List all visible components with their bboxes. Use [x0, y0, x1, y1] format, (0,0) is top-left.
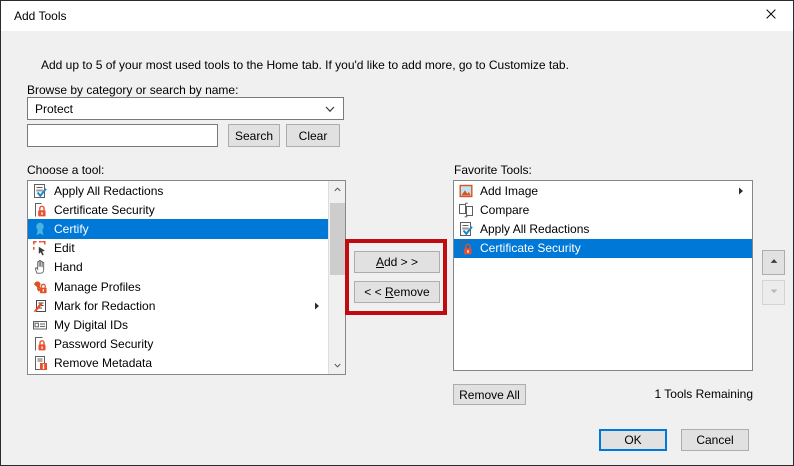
ok-button-label: OK — [624, 433, 641, 447]
certificate-security-icon — [32, 202, 48, 218]
submenu-arrow-icon — [737, 187, 745, 195]
remove-all-button[interactable]: Remove All — [453, 384, 526, 405]
category-dropdown-value: Protect — [28, 102, 322, 116]
tool-item-remove-metadata[interactable]: Remove Metadata — [28, 354, 328, 373]
hand-icon — [32, 259, 48, 275]
tool-item-label: Edit — [54, 241, 75, 255]
tool-item-label: Apply All Redactions — [480, 222, 589, 236]
scroll-down-icon[interactable] — [329, 357, 346, 374]
add-tools-dialog: Add Tools Add up to 5 of your most used … — [0, 0, 794, 466]
tool-item-password-security[interactable]: Password Security — [28, 335, 328, 354]
tool-item-label: Password Security — [54, 337, 153, 351]
cancel-button[interactable]: Cancel — [681, 429, 749, 451]
mark-for-redaction-icon — [32, 298, 48, 314]
arrow-down-icon — [768, 285, 780, 300]
clear-button-label: Clear — [299, 129, 328, 143]
tool-item-label: Compare — [480, 203, 529, 217]
scrollbar-thumb[interactable] — [330, 203, 345, 275]
add-image-icon — [458, 183, 474, 199]
clear-button[interactable]: Clear — [286, 124, 340, 147]
search-input[interactable] — [27, 124, 218, 147]
tool-item-apply-all-redactions[interactable]: Apply All Redactions — [28, 181, 328, 200]
search-button-label: Search — [235, 129, 273, 143]
scroll-up-icon[interactable] — [329, 181, 346, 198]
close-button[interactable] — [748, 1, 793, 30]
tool-item-label: My Digital IDs — [54, 318, 128, 332]
tool-item-label: Manage Profiles — [54, 280, 141, 294]
remove-metadata-icon — [32, 355, 48, 371]
choose-tool-list[interactable]: Apply All Redactions Certificate Security… — [27, 180, 346, 375]
apply-all-redactions-icon — [32, 183, 48, 199]
category-dropdown[interactable]: Protect — [27, 97, 344, 120]
edit-icon — [32, 240, 48, 256]
tool-item-certificate-security[interactable]: Certificate Security — [454, 239, 752, 258]
move-up-button[interactable] — [762, 250, 785, 275]
certificate-security-icon — [458, 240, 474, 256]
chevron-down-icon — [322, 101, 338, 117]
scrollbar[interactable] — [328, 181, 345, 374]
tool-item-label: Certify — [54, 222, 89, 236]
search-button[interactable]: Search — [228, 124, 280, 147]
tool-item-label: Remove Metadata — [54, 356, 152, 370]
submenu-arrow-icon — [313, 302, 321, 310]
my-digital-ids-icon — [32, 317, 48, 333]
manage-profiles-icon — [32, 279, 48, 295]
cancel-button-label: Cancel — [696, 433, 733, 447]
close-icon — [764, 7, 778, 24]
compare-icon — [458, 202, 474, 218]
tool-item-compare[interactable]: Compare — [454, 200, 752, 219]
favorite-tools-list[interactable]: Add Image Compare Apply All Redactions Cert… — [453, 180, 753, 371]
titlebar: Add Tools — [1, 1, 793, 31]
move-down-button[interactable] — [762, 280, 785, 305]
tool-item-my-digital-ids[interactable]: My Digital IDs — [28, 315, 328, 334]
tool-item-label: Add Image — [480, 184, 538, 198]
tool-item-hand[interactable]: Hand — [28, 258, 328, 277]
tool-item-label: Certificate Security — [54, 203, 155, 217]
window-title: Add Tools — [14, 1, 66, 31]
tool-item-apply-all-redactions[interactable]: Apply All Redactions — [454, 219, 752, 238]
browse-label: Browse by category or search by name: — [27, 83, 238, 97]
certify-icon — [32, 221, 48, 237]
apply-all-redactions-icon — [458, 221, 474, 237]
tool-item-label: Apply All Redactions — [54, 184, 163, 198]
tool-item-certificate-security[interactable]: Certificate Security — [28, 200, 328, 219]
ok-button[interactable]: OK — [599, 429, 667, 451]
tool-item-label: Hand — [54, 260, 83, 274]
tool-item-label: Mark for Redaction — [54, 299, 155, 313]
intro-text: Add up to 5 of your most used tools to t… — [41, 58, 569, 72]
tool-item-mark-for-redaction[interactable]: Mark for Redaction — [28, 296, 328, 315]
tool-item-edit[interactable]: Edit — [28, 239, 328, 258]
tool-item-certify[interactable]: Certify — [28, 219, 328, 238]
password-security-icon — [32, 336, 48, 352]
tool-item-manage-profiles[interactable]: Manage Profiles — [28, 277, 328, 296]
tool-item-add-image[interactable]: Add Image — [454, 181, 752, 200]
remove-button[interactable]: < < Remove — [354, 281, 440, 303]
arrow-up-icon — [768, 255, 780, 270]
tool-item-label: Certificate Security — [480, 241, 581, 255]
tools-remaining-text: 1 Tools Remaining — [561, 387, 753, 401]
add-button[interactable]: Add > > — [354, 251, 440, 273]
choose-tool-label: Choose a tool: — [27, 163, 104, 177]
favorite-tools-label: Favorite Tools: — [454, 163, 532, 177]
remove-all-label: Remove All — [459, 388, 520, 402]
